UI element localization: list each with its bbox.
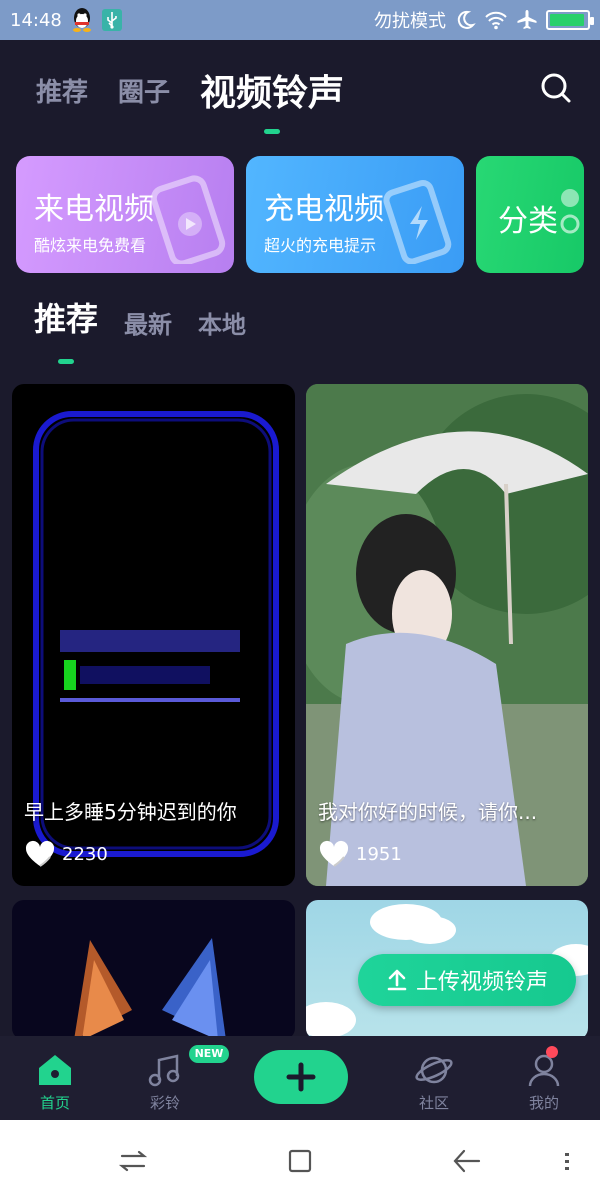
- video-card[interactable]: [12, 900, 295, 1040]
- home-square-icon[interactable]: [283, 1144, 317, 1178]
- nav-profile[interactable]: 我的: [504, 1050, 584, 1113]
- category-icon: [560, 189, 580, 234]
- like-count: 2230: [24, 840, 108, 868]
- incoming-call-video-card[interactable]: 来电视频 酷炫来电免费看: [16, 156, 234, 273]
- subtab-recommend[interactable]: 推荐: [34, 294, 98, 340]
- switch-icon[interactable]: [116, 1144, 150, 1178]
- subtab-local[interactable]: 本地: [198, 305, 246, 340]
- video-title: 早上多睡5分钟迟到的你: [24, 800, 237, 824]
- qq-icon: [70, 7, 94, 33]
- user-icon: [528, 1054, 560, 1087]
- battery-icon: [546, 10, 594, 30]
- usb-icon: [101, 9, 122, 31]
- status-time: 14:48: [10, 9, 62, 31]
- upload-icon: [387, 969, 407, 991]
- nav-community[interactable]: 社区: [394, 1050, 474, 1113]
- planet-icon: [415, 1056, 453, 1084]
- notification-dot: [546, 1046, 558, 1058]
- like-count-value: 1951: [356, 843, 402, 865]
- nav-home[interactable]: 首页: [15, 1050, 95, 1113]
- upload-label: 上传视频铃声: [415, 970, 548, 995]
- video-title: 我对你好的时候，请你...: [318, 800, 538, 824]
- feature-cards: 来电视频 酷炫来电免费看 充电视频 超火的充电提示 分类: [16, 156, 600, 274]
- system-nav-bar: [0, 1120, 600, 1200]
- search-icon[interactable]: [538, 70, 574, 106]
- plus-icon: [286, 1062, 316, 1092]
- nav-label: 我的: [528, 1094, 559, 1112]
- phone-play-icon: [150, 175, 226, 264]
- music-note-icon: [148, 1054, 180, 1087]
- video-card[interactable]: 我对你好的时候，请你... 1951: [306, 384, 588, 886]
- moon-icon: [454, 9, 476, 31]
- upload-video-ringtone-button[interactable]: 上传视频铃声: [358, 954, 576, 1006]
- heart-icon[interactable]: [24, 840, 56, 868]
- home-icon: [39, 1055, 71, 1085]
- tab-recommend[interactable]: 推荐: [36, 72, 88, 109]
- nav-label: 彩铃: [149, 1094, 180, 1112]
- battery-level: [550, 14, 585, 26]
- top-tab-bar: 推荐 圈子 视频铃声: [0, 40, 600, 140]
- tab-video-ringtone[interactable]: 视频铃声: [200, 64, 344, 116]
- video-thumbnail: [74, 938, 226, 1040]
- airplane-icon: [516, 9, 538, 31]
- create-button[interactable]: [254, 1050, 348, 1104]
- nav-label: 社区: [418, 1094, 449, 1112]
- back-icon[interactable]: [450, 1144, 484, 1178]
- like-count-value: 2230: [62, 843, 108, 865]
- like-count: 1951: [318, 840, 402, 868]
- menu-dots-icon[interactable]: [552, 1144, 586, 1178]
- new-badge: NEW: [189, 1045, 229, 1063]
- battery-bolt-icon: [383, 179, 452, 264]
- subtab-latest[interactable]: 最新: [124, 305, 172, 340]
- dnd-label: 勿扰模式: [374, 11, 446, 32]
- video-card[interactable]: 早上多睡5分钟迟到的你 2230: [12, 384, 295, 886]
- wifi-icon: [484, 10, 508, 30]
- category-card[interactable]: 分类: [476, 156, 584, 273]
- nav-label: 首页: [39, 1094, 70, 1112]
- charging-video-card[interactable]: 充电视频 超火的充电提示: [246, 156, 464, 273]
- tab-circle[interactable]: 圈子: [118, 72, 170, 109]
- status-bar: 14:48 勿扰模式: [0, 0, 600, 40]
- heart-icon[interactable]: [318, 840, 350, 868]
- sub-tab-bar: 推荐 最新 本地: [34, 290, 246, 340]
